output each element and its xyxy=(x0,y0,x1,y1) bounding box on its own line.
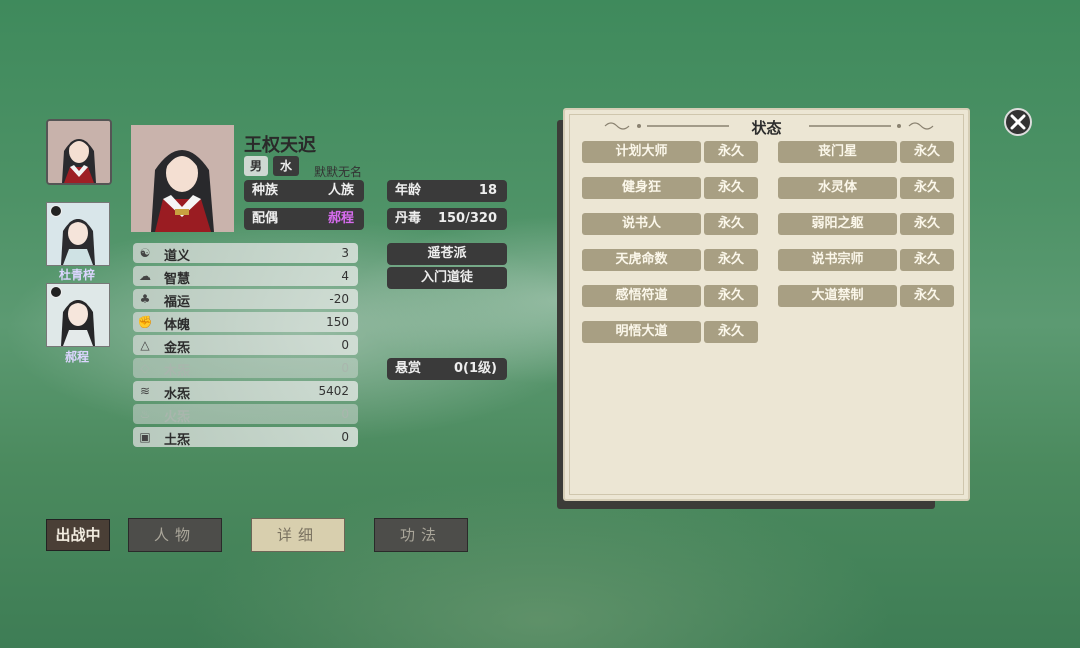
brain-icon: ☁ xyxy=(139,269,151,283)
status-panel: 状态 计划大师 永久 丧门星 永久 健身狂 永久 水灵体 永久 说书人 永久 弱… xyxy=(563,108,970,501)
status-item-name[interactable]: 水灵体 xyxy=(778,177,897,199)
status-item-duration: 永久 xyxy=(704,213,758,235)
taiji-badge-icon xyxy=(50,286,62,298)
fist-icon: ✊ xyxy=(137,315,153,329)
poison-row: 丹毒 150/320 xyxy=(387,208,507,230)
stat-row-daoyi: ☯ 道义 3 xyxy=(133,243,358,264)
stat-row-wood: ◇ 木炁 0 xyxy=(133,358,358,379)
sect-rank: 入门道徒 xyxy=(387,267,507,289)
race-row: 种族 人族 xyxy=(244,180,364,202)
spouse-row: 配偶 郝程 xyxy=(244,208,364,230)
poison-label: 丹毒 xyxy=(395,211,422,226)
party-member-2-name: 杜青梓 xyxy=(58,268,95,282)
age-label: 年龄 xyxy=(395,183,422,198)
bounty-row: 悬赏 0(1级) xyxy=(387,358,507,380)
status-item-duration: 永久 xyxy=(704,321,758,343)
close-button[interactable] xyxy=(1004,108,1032,136)
character-title: 默默无名 xyxy=(314,165,363,179)
taiji-badge-icon xyxy=(50,205,62,217)
party-member-3-name: 郝程 xyxy=(64,350,89,364)
race-value: 人族 xyxy=(327,183,354,198)
metal-icon: △ xyxy=(140,338,150,352)
spouse-value[interactable]: 郝程 xyxy=(328,208,354,230)
status-item-duration: 永久 xyxy=(900,141,954,163)
status-item-name[interactable]: 弱阳之躯 xyxy=(778,213,897,235)
status-item-duration: 永久 xyxy=(704,285,758,307)
main-character-portrait xyxy=(131,125,234,232)
stat-row-fire: ♨ 火炁 0 xyxy=(133,404,358,425)
status-item-name[interactable]: 说书人 xyxy=(582,213,701,235)
close-icon xyxy=(1010,114,1026,130)
deploy-status-badge: 出战中 xyxy=(46,519,110,551)
stat-row-earth: ▣ 土炁 0 xyxy=(133,427,358,448)
tab-skills[interactable]: 功法 xyxy=(374,518,468,552)
clover-icon: ♣ xyxy=(139,292,151,306)
ornament-right-icon xyxy=(809,122,934,130)
element-tag: 水 xyxy=(273,156,299,176)
bounty-label: 悬赏 xyxy=(395,361,422,376)
status-item-name[interactable]: 感悟符道 xyxy=(582,285,701,307)
gender-tag: 男 xyxy=(244,156,268,176)
bounty-value: 0(1级) xyxy=(454,361,497,376)
age-value: 18 xyxy=(478,183,497,198)
party-member-1-portrait[interactable] xyxy=(46,119,112,185)
character-portrait-icon xyxy=(48,121,110,183)
age-row: 年龄 18 xyxy=(387,180,507,202)
stat-row-metal: △ 金炁 0 xyxy=(133,335,358,356)
poison-value: 150/320 xyxy=(437,211,497,226)
status-item-duration: 永久 xyxy=(900,249,954,271)
status-item-name[interactable]: 大道禁制 xyxy=(778,285,897,307)
spouse-label: 配偶 xyxy=(252,211,279,226)
status-item-name[interactable]: 说书宗师 xyxy=(778,249,897,271)
status-item-duration: 永久 xyxy=(900,177,954,199)
stat-row-water: ≋ 水炁 5402 xyxy=(133,381,358,402)
stat-row-zhihui: ☁ 智慧 4 xyxy=(133,266,358,287)
sect-name[interactable]: 遥苍派 xyxy=(387,243,507,265)
status-item-duration: 永久 xyxy=(900,213,954,235)
race-label: 种族 xyxy=(252,183,279,198)
status-item-name[interactable]: 计划大师 xyxy=(582,141,701,163)
tab-character[interactable]: 人物 xyxy=(128,518,222,552)
status-item-name[interactable]: 明悟大道 xyxy=(582,321,701,343)
status-item-name[interactable]: 健身狂 xyxy=(582,177,701,199)
status-item-duration: 永久 xyxy=(704,141,758,163)
stat-row-tipo: ✊ 体魄 150 xyxy=(133,312,358,333)
water-icon: ≋ xyxy=(139,384,151,398)
status-item-duration: 永久 xyxy=(704,177,758,199)
tab-detail[interactable]: 详细 xyxy=(251,518,345,552)
earth-icon: ▣ xyxy=(139,430,151,444)
fire-icon: ♨ xyxy=(139,407,151,421)
status-item-name[interactable]: 丧门星 xyxy=(778,141,897,163)
status-item-name[interactable]: 天虎命数 xyxy=(582,249,701,271)
stat-row-fuyun: ♣ 福运 -20 xyxy=(133,289,358,310)
wood-icon: ◇ xyxy=(140,361,150,375)
status-item-duration: 永久 xyxy=(900,285,954,307)
taiji-icon: ☯ xyxy=(139,246,151,260)
character-name: 王权天迟 xyxy=(244,135,316,156)
status-item-duration: 永久 xyxy=(704,249,758,271)
